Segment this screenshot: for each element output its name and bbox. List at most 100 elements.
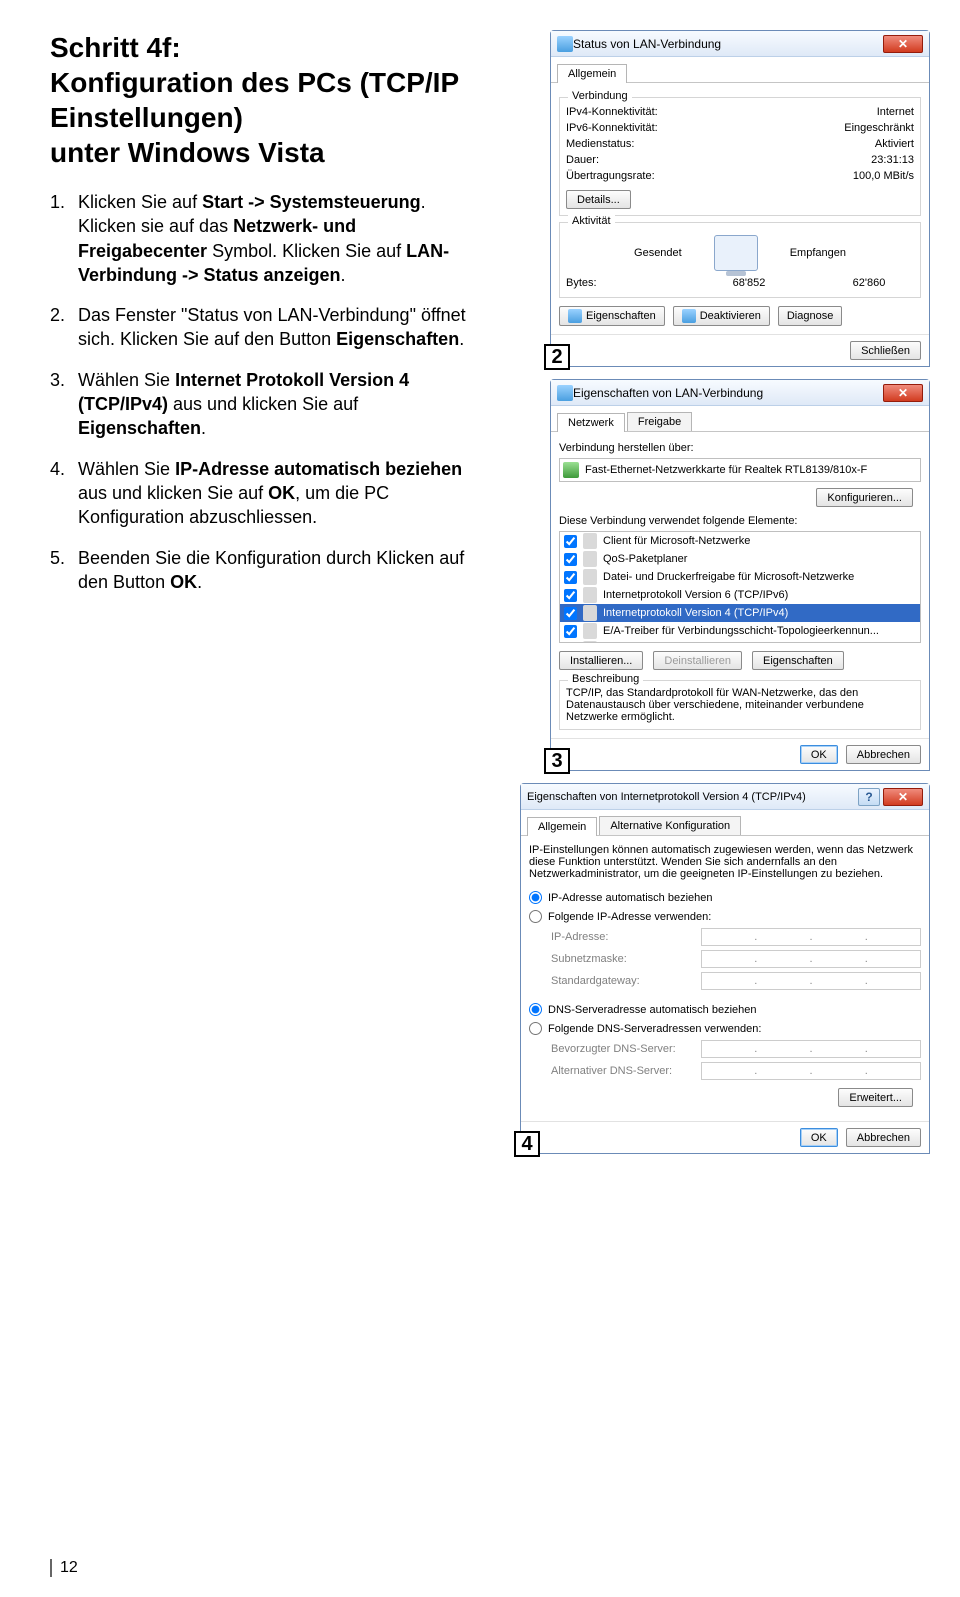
list-item[interactable]: Antwort für Verbindungsschicht-Topologie… <box>560 640 920 643</box>
monitor-icon <box>714 235 758 271</box>
deactivate-button[interactable]: Deaktivieren <box>673 306 770 326</box>
radio-dns-auto[interactable]: DNS-Serveradresse automatisch beziehen <box>529 1000 921 1019</box>
status-value: Eingeschränkt <box>844 122 914 134</box>
titlebar: Eigenschaften von Internetprotokoll Vers… <box>521 784 929 810</box>
radio-input[interactable] <box>529 910 542 923</box>
step-marker-2: 2 <box>544 344 570 370</box>
status-row: Übertragungsrate:100,0 MBit/s <box>566 168 914 184</box>
tabs: Netzwerk Freigabe <box>551 406 929 432</box>
list-item[interactable]: QoS-Paketplaner <box>560 550 920 568</box>
step-item: 5.Beenden Sie die Konfiguration durch Kl… <box>50 546 480 595</box>
page-heading: Schritt 4f: Konfiguration des PCs (TCP/I… <box>50 30 480 170</box>
group-legend: Verbindung <box>568 90 632 102</box>
cancel-button[interactable]: Abbrechen <box>846 1128 921 1147</box>
step-item: 4.Wählen Sie IP-Adresse automatisch bezi… <box>50 457 480 530</box>
status-value: 100,0 MBit/s <box>853 170 914 182</box>
list-item[interactable]: Internetprotokoll Version 6 (TCP/IPv6) <box>560 586 920 604</box>
radio-ip-auto[interactable]: IP-Adresse automatisch beziehen <box>529 888 921 907</box>
checkbox[interactable] <box>564 625 577 638</box>
checkbox[interactable] <box>564 553 577 566</box>
step-number: 2. <box>50 303 78 352</box>
checkbox[interactable] <box>564 571 577 584</box>
item-properties-button[interactable]: Eigenschaften <box>752 651 844 670</box>
status-key: IPv4-Konnektivität: <box>566 106 877 118</box>
status-value: Aktiviert <box>875 138 914 150</box>
radio-label: Folgende DNS-Serveradressen verwenden: <box>548 1023 761 1035</box>
tab-allgemein[interactable]: Allgemein <box>527 817 597 836</box>
titlebar: Status von LAN-Verbindung ✕ <box>551 31 929 57</box>
diagnose-button[interactable]: Diagnose <box>778 306 842 326</box>
advanced-button[interactable]: Erweitert... <box>838 1088 913 1107</box>
checkbox[interactable] <box>564 643 577 644</box>
help-icon[interactable]: ? <box>858 788 880 806</box>
gateway-field: ... <box>701 972 921 990</box>
recv-label: Empfangen <box>790 247 846 259</box>
list-item-label: QoS-Paketplaner <box>603 553 687 565</box>
radio-dns-manual[interactable]: Folgende DNS-Serveradressen verwenden: <box>529 1019 921 1038</box>
label-dns2: Alternativer DNS-Server: <box>551 1065 701 1077</box>
tab-freigabe[interactable]: Freigabe <box>627 412 692 431</box>
intro-text: IP-Einstellungen können automatisch zuge… <box>529 844 921 880</box>
radio-input[interactable] <box>529 891 542 904</box>
dns2-field: ... <box>701 1062 921 1080</box>
list-item[interactable]: E/A-Treiber für Verbindungsschicht-Topol… <box>560 622 920 640</box>
ok-button[interactable]: OK <box>800 1128 838 1147</box>
radio-input[interactable] <box>529 1022 542 1035</box>
label-gateway: Standardgateway: <box>551 975 701 987</box>
dns1-field: ... <box>701 1040 921 1058</box>
component-list[interactable]: Client für Microsoft-Netzwerke QoS-Paketp… <box>560 532 920 643</box>
list-item-label: Internetprotokoll Version 4 (TCP/IPv4) <box>603 607 788 619</box>
list-item[interactable]: Internetprotokoll Version 4 (TCP/IPv4) <box>560 604 920 622</box>
checkbox[interactable] <box>564 607 577 620</box>
list-item[interactable]: Client für Microsoft-Netzwerke <box>560 532 920 550</box>
install-button[interactable]: Installieren... <box>559 651 643 670</box>
window-title: Eigenschaften von LAN-Verbindung <box>573 386 763 400</box>
net-icon <box>557 36 573 52</box>
close-icon[interactable]: ✕ <box>883 384 923 402</box>
tab-alt-konfiguration[interactable]: Alternative Konfiguration <box>599 816 741 835</box>
checkbox[interactable] <box>564 535 577 548</box>
protocol-icon <box>583 588 597 602</box>
conn-label: Verbindung herstellen über: <box>559 442 921 454</box>
radio-label: DNS-Serveradresse automatisch beziehen <box>548 1004 757 1016</box>
step-number: 5. <box>50 546 78 595</box>
list-item-label: Datei- und Druckerfreigabe für Microsoft… <box>603 571 854 583</box>
step-text: Wählen Sie IP-Adresse automatisch bezieh… <box>78 457 480 530</box>
radio-label: Folgende IP-Adresse verwenden: <box>548 911 711 923</box>
step-number: 3. <box>50 368 78 441</box>
label-ip: IP-Adresse: <box>551 931 701 943</box>
status-key: IPv6-Konnektivität: <box>566 122 844 134</box>
window-lan-properties: Eigenschaften von LAN-Verbindung ✕ Netzw… <box>550 379 930 771</box>
cancel-button[interactable]: Abbrechen <box>846 745 921 764</box>
bytes-sent: 68'852 <box>704 277 794 289</box>
step-text: Das Fenster "Status von LAN-Verbindung" … <box>78 303 480 352</box>
tab-netzwerk[interactable]: Netzwerk <box>557 413 625 432</box>
net-icon <box>557 385 573 401</box>
tab-allgemein[interactable]: Allgemein <box>557 64 627 83</box>
close-icon[interactable]: ✕ <box>883 788 923 806</box>
ok-button[interactable]: OK <box>800 745 838 764</box>
heading-line-3: unter Windows Vista <box>50 137 325 168</box>
properties-button[interactable]: Eigenschaften <box>559 306 665 326</box>
configure-button[interactable]: Konfigurieren... <box>816 488 913 507</box>
radio-input[interactable] <box>529 1003 542 1016</box>
window-title: Status von LAN-Verbindung <box>573 37 721 51</box>
instructions-column: Schritt 4f: Konfiguration des PCs (TCP/I… <box>0 0 500 1166</box>
status-key: Übertragungsrate: <box>566 170 853 182</box>
list-item[interactable]: Datei- und Druckerfreigabe für Microsoft… <box>560 568 920 586</box>
close-icon[interactable]: ✕ <box>883 35 923 53</box>
heading-line-1: Schritt 4f: <box>50 32 181 63</box>
radio-ip-manual[interactable]: Folgende IP-Adresse verwenden: <box>529 907 921 926</box>
protocol-icon <box>583 606 597 620</box>
protocol-icon <box>583 624 597 638</box>
description-text: TCP/IP, das Standardprotokoll für WAN-Ne… <box>566 687 914 723</box>
details-button[interactable]: Details... <box>566 190 631 209</box>
checkbox[interactable] <box>564 589 577 602</box>
label-subnet: Subnetzmaske: <box>551 953 701 965</box>
titlebar: Eigenschaften von LAN-Verbindung ✕ <box>551 380 929 406</box>
protocol-icon <box>583 552 597 566</box>
close-button[interactable]: Schließen <box>850 341 921 360</box>
bytes-recv: 62'860 <box>824 277 914 289</box>
protocol-icon <box>583 570 597 584</box>
activity-meter: Gesendet Empfangen <box>566 229 914 275</box>
